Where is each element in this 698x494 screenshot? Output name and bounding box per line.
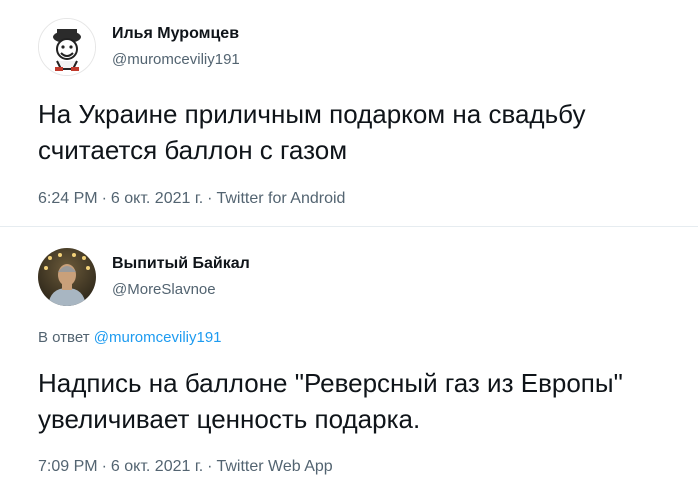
tweet-time[interactable]: 6:24 PM (38, 190, 98, 207)
reply-mention-link[interactable]: @muromceviliy191 (94, 329, 222, 346)
tweet-text-line: На Украине приличным подарком на свадьбу (38, 99, 586, 129)
author-handle[interactable]: @MoreSlavnoe (112, 281, 216, 298)
author-avatar[interactable] (38, 18, 96, 76)
tweet-date[interactable]: 6 окт. 2021 г. (111, 190, 203, 207)
tweet-time[interactable]: 7:09 PM (38, 458, 98, 475)
tweet-source[interactable]: Twitter Web App (216, 458, 332, 475)
tweet-date[interactable]: 6 окт. 2021 г. (111, 458, 203, 475)
author-avatar[interactable] (38, 248, 96, 306)
tweet-original: Илья Муромцев @muromceviliy191 На Украин… (0, 0, 698, 226)
reply-context: В ответ @muromceviliy191 (38, 329, 222, 346)
meta-separator: · (207, 190, 213, 207)
tweet-divider (0, 226, 698, 227)
tweet-text: На Украине приличным подарком на свадьбу… (38, 96, 678, 168)
tweet-meta: 7:09 PM · 6 окт. 2021 г. · Twitter Web App (38, 458, 333, 476)
tweet-meta: 6:24 PM · 6 окт. 2021 г. · Twitter for Andro… (38, 190, 345, 208)
meta-separator: · (207, 458, 213, 475)
tweet-reply: Выпитый Байкал @MoreSlavnoe В ответ @mur… (0, 228, 698, 494)
cartoon-face-icon (39, 19, 95, 75)
tweet-text-line: считается баллон с газом (38, 135, 348, 165)
tweet-text: Надпись на баллоне "Реверсный газ из Евр… (38, 365, 678, 437)
meta-separator: · (101, 458, 107, 475)
author-name[interactable]: Выпитый Байкал (112, 255, 250, 273)
reply-prefix: В ответ (38, 329, 90, 346)
tweet-source[interactable]: Twitter for Android (216, 190, 345, 207)
meta-separator: · (101, 190, 107, 207)
tweet-text-line: увеличивает ценность подарка. (38, 404, 421, 434)
person-photo-icon (38, 248, 96, 306)
author-name[interactable]: Илья Муромцев (112, 25, 239, 43)
author-handle[interactable]: @muromceviliy191 (112, 51, 240, 68)
tweet-text-line: Надпись на баллоне "Реверсный газ из Евр… (38, 368, 623, 398)
